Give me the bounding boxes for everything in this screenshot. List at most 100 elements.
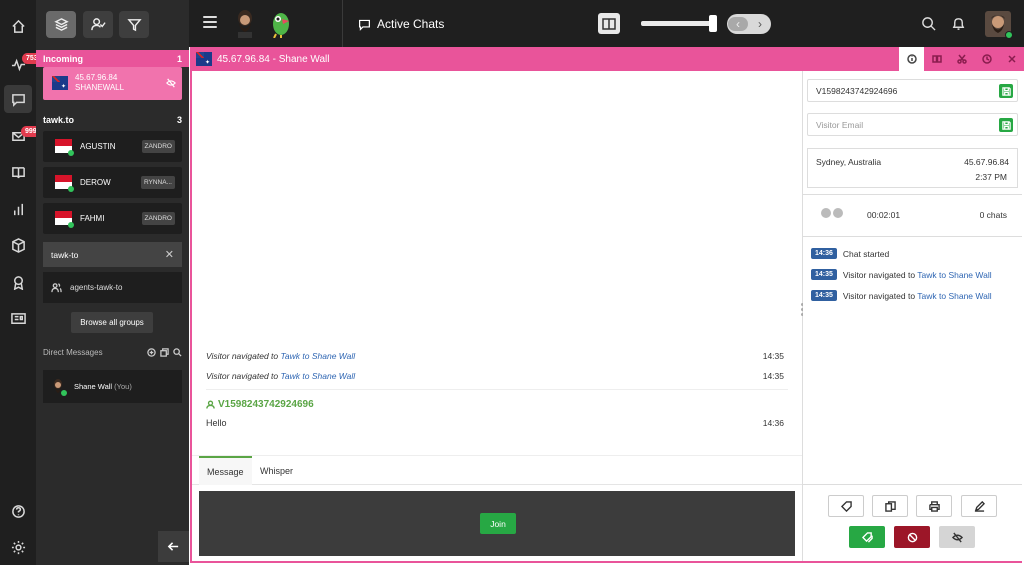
agent-item[interactable]: FAHMI ZANDRO [43,203,182,234]
australia-flag-icon [52,76,68,90]
filter-icon[interactable] [119,11,149,38]
hidden-eye-icon[interactable] [166,78,176,88]
page-link[interactable]: Tawk to Shane Wall [917,270,991,280]
transcript-button[interactable] [872,495,908,517]
collapse-sidebar-button[interactable] [158,531,189,562]
message-composer: Join [199,491,795,556]
admin-icon[interactable] [4,304,32,332]
agent-avatar[interactable] [232,8,258,38]
tags-icon [861,531,873,543]
chat-icon[interactable] [4,85,32,113]
group-label: tawk.to [43,114,75,125]
hide-button[interactable] [939,526,975,548]
apple-icon [833,208,843,218]
visitor-email-field[interactable]: Visitor Email [807,113,1018,136]
tag-button[interactable] [828,495,864,517]
join-button[interactable]: Join [480,513,516,534]
home-icon[interactable] [4,12,32,40]
group-result-item[interactable]: agents-tawk-to [43,272,182,303]
zoom-slider-knob[interactable] [709,15,717,32]
save-icon[interactable] [999,118,1013,132]
system-message: Visitor navigated to Tawk to Shane Wall [206,371,356,381]
visitor-name-field[interactable]: V1598243742924696 [807,79,1018,102]
close-icon[interactable] [999,47,1024,71]
next-chat-icon[interactable]: › [750,17,770,31]
incoming-chat-item[interactable]: 45.67.96.84 SHANEWALL [43,67,182,100]
settings-icon[interactable] [4,533,32,561]
assigned-user-icon[interactable] [83,11,113,38]
reports-icon[interactable] [4,195,32,223]
scissors-icon[interactable] [949,47,974,71]
copy-icon[interactable] [160,348,169,357]
visitor-sender: V1598243742924696 [206,399,314,410]
message-text: Hello [206,418,227,428]
online-status-indicator [1005,31,1013,39]
event-text: Visitor navigated to [842,290,918,301]
agent-tag: RYNNA... [140,176,175,189]
direct-messages-header: Direct Messages [43,348,182,357]
menu-icon[interactable] [203,16,217,28]
browse-groups-button[interactable]: Browse all groups [71,312,153,333]
save-icon[interactable] [999,84,1013,98]
agent-item[interactable]: AGUSTIN ZANDRO [43,131,182,162]
tags-button[interactable] [849,526,885,548]
page-link[interactable]: Tawk to Shane Wall [281,351,356,361]
online-status-indicator [68,186,74,192]
zoom-slider[interactable] [641,21,711,26]
agent-tag: ZANDRO [141,212,175,225]
page-link[interactable]: Tawk to Shane Wall [917,291,991,301]
online-status-indicator [61,389,67,396]
agent-item[interactable]: DEROW RYNNA... [43,167,182,198]
chat-navigation: ‹ › [727,14,771,34]
tab-message[interactable]: Message [199,456,252,485]
australia-flag-icon [196,52,212,66]
dm-you-label: (You) [114,382,132,391]
layers-icon[interactable] [46,11,76,38]
ban-icon [907,532,917,542]
event-item: 14:35 Visitor navigated to Tawk to Shane… [811,269,992,280]
user-avatar [50,378,67,396]
incoming-section-header[interactable]: Incoming 1 [36,50,189,67]
event-text: Chat started [842,248,890,259]
search-icon[interactable] [921,16,937,32]
visitor-ip: 45.67.96.84 [75,73,118,82]
addons-icon[interactable] [4,231,32,259]
edit-icon [974,500,985,512]
previous-chat-icon[interactable]: ‹ [728,17,748,31]
visitor-stats: 00:02:01 0 chats [803,205,1022,225]
tab-whisper[interactable]: Whisper [252,456,301,485]
knowledge-base-icon[interactable] [4,158,32,186]
group-search-input[interactable]: tawk-to ✕ [43,242,182,267]
chat-count: 0 chats [979,210,1007,220]
split-layout-button[interactable] [598,13,620,34]
event-time: 14:35 [811,290,837,301]
event-time: 14:35 [811,269,837,280]
visitor-name: SHANEWALL [75,83,125,92]
copy-icon [884,500,896,512]
award-icon[interactable] [4,268,32,296]
print-icon [928,500,940,512]
ban-button[interactable] [894,526,930,548]
incoming-label: Incoming [43,53,83,64]
add-circle-icon[interactable] [147,348,156,357]
direct-message-item[interactable]: Shane Wall (You) [43,370,182,403]
message-time: 14:36 [762,418,784,428]
print-button[interactable] [916,495,952,517]
notification-bell-icon[interactable] [951,16,967,32]
composer-tabs: Message Whisper [192,455,802,485]
search-icon[interactable] [173,348,182,357]
book-icon[interactable] [924,47,949,71]
divider [803,194,1022,195]
close-icon[interactable]: ✕ [165,248,174,261]
page-link[interactable]: Tawk to Shane Wall [281,371,356,381]
info-icon[interactable] [899,47,924,71]
group-section-header[interactable]: tawk.to 3 [36,111,189,128]
edit-button[interactable] [961,495,997,517]
history-icon[interactable] [974,47,999,71]
divider [803,236,1022,237]
visitor-name-value: V1598243742924696 [816,85,898,96]
help-icon[interactable] [4,497,32,525]
divider [342,0,343,47]
online-status-indicator [68,150,74,156]
message-time: 14:35 [762,351,784,361]
